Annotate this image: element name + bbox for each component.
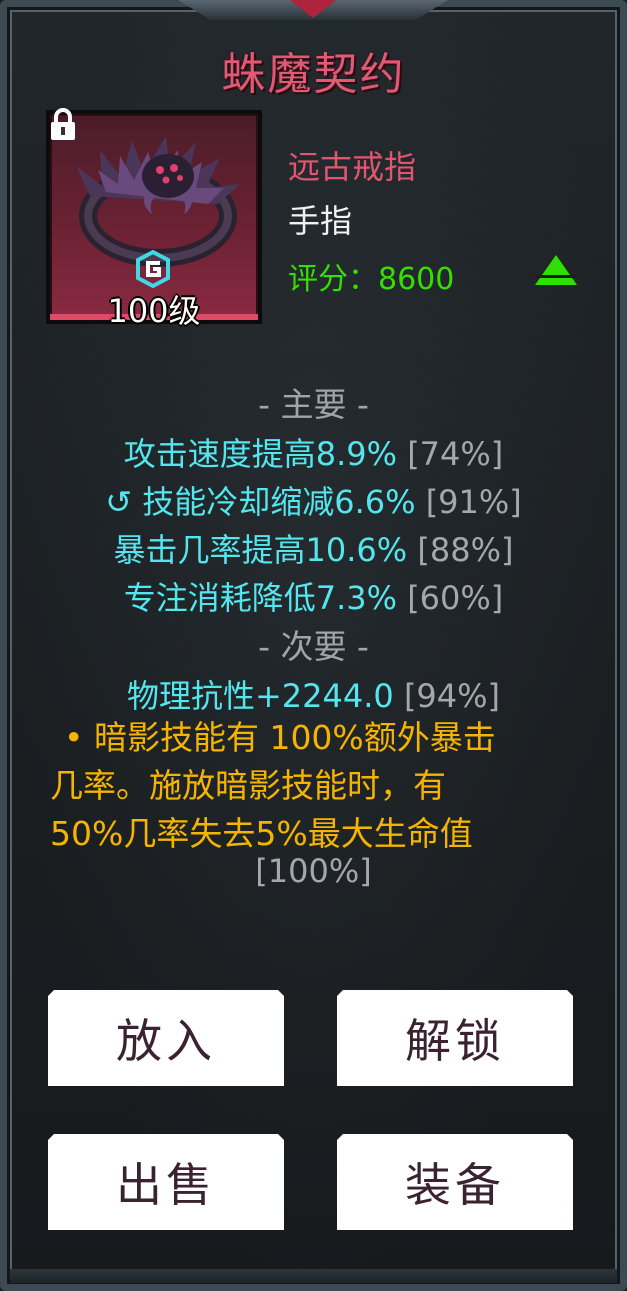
score-value: 8600	[378, 262, 455, 297]
stat-text: 专注消耗降低7.3%	[123, 579, 398, 617]
stat-roll-percent: [94%]	[403, 677, 501, 715]
legendary-affix-line: • 暗影技能有 100%额外暴击	[64, 718, 496, 757]
stat-text: 暴击几率提高10.6%	[113, 531, 408, 569]
legendary-roll-percent: [100%]	[255, 852, 372, 890]
stat-text: 物理抗性+2244.0	[126, 677, 394, 715]
grade-g-icon	[136, 250, 170, 288]
item-score: 评分：8600	[288, 254, 454, 298]
stats-list: - 主要 - 攻击速度提高8.9% [74%] ↺ 技能冷却缩减6.6% [91…	[0, 380, 627, 720]
put-in-button[interactable]: 放入	[48, 990, 284, 1086]
upgrade-arrow-icon	[535, 255, 577, 285]
stat-text: 攻击速度提高8.9%	[123, 435, 398, 473]
main-stat-line: 暴击几率提高10.6% [88%]	[0, 526, 627, 574]
item-type: 远古戒指	[288, 148, 417, 186]
legendary-affix: • 暗影技能有 100%额外暴击 几率。施放暗影技能时，有 50%几率失去5%最…	[50, 714, 590, 858]
stat-text: 技能冷却缩减6.6%	[142, 483, 416, 521]
reroll-icon: ↺	[105, 483, 143, 521]
main-stat-line: 专注消耗降低7.3% [60%]	[0, 574, 627, 622]
stat-roll-percent: [60%]	[407, 579, 504, 617]
stat-roll-percent: [91%]	[425, 483, 522, 521]
stat-roll-percent: [88%]	[417, 531, 514, 569]
sell-button[interactable]: 出售	[48, 1134, 284, 1230]
secondary-section-header: - 次要 -	[258, 627, 369, 666]
secondary-stat-line: 物理抗性+2244.0 [94%]	[0, 672, 627, 720]
main-stat-line: 攻击速度提高8.9% [74%]	[0, 430, 627, 478]
main-section-header: - 主要 -	[258, 385, 369, 424]
bottom-frame-bar	[10, 1269, 617, 1283]
item-title: 蛛魔契约	[221, 49, 406, 100]
legendary-affix-line: 50%几率失去5%最大生命值	[50, 814, 473, 853]
main-stat-line: ↺ 技能冷却缩减6.6% [91%]	[0, 478, 627, 526]
score-label: 评分：	[288, 262, 378, 297]
unlock-button[interactable]: 解锁	[337, 990, 573, 1086]
equip-button[interactable]: 装备	[337, 1134, 573, 1230]
stat-roll-percent: [74%]	[407, 435, 504, 473]
item-level: 100级	[107, 292, 201, 330]
item-slot: 手指	[288, 202, 353, 240]
lock-icon[interactable]	[48, 108, 78, 142]
legendary-affix-line: 几率。施放暗影技能时，有	[50, 766, 446, 805]
